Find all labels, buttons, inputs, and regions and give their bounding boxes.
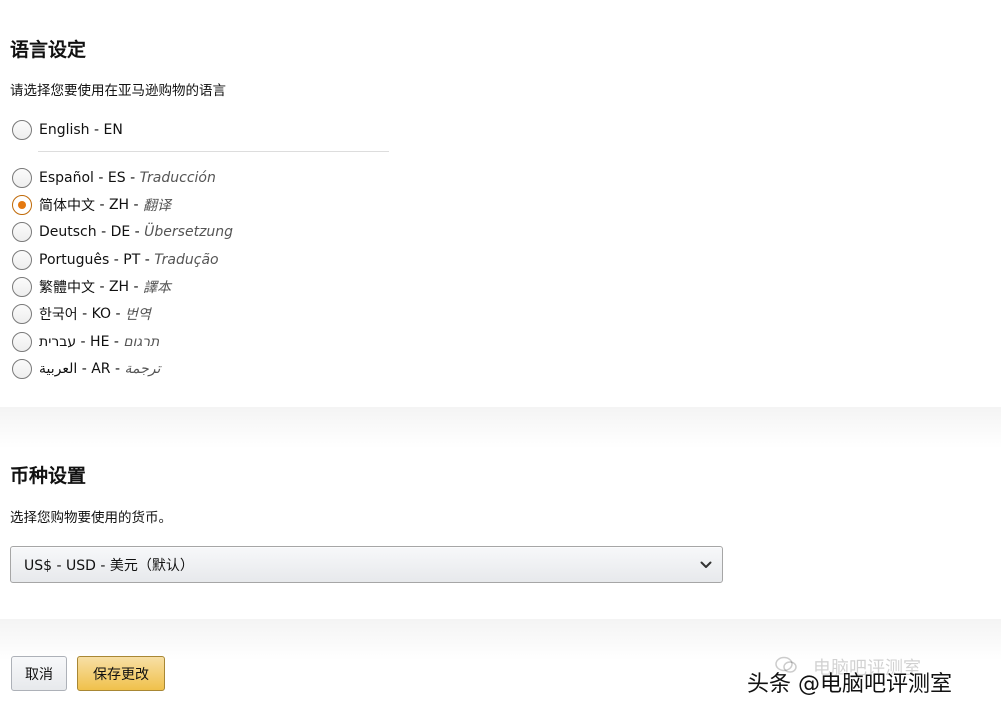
language-code: EN <box>103 122 123 138</box>
language-code: AR <box>91 361 111 377</box>
language-option-en[interactable]: English - EN <box>12 118 123 142</box>
language-section-title: 语言设定 <box>10 39 87 61</box>
language-option-es[interactable]: Español - ES - Traducción <box>12 166 216 190</box>
currency-description: 选择您购物要使用的货币。 <box>10 510 172 526</box>
language-name: 简体中文 <box>39 198 95 214</box>
currency-select[interactable]: US$ - USD - 美元（默认） <box>10 546 723 583</box>
radio-button[interactable] <box>12 222 32 242</box>
radio-button[interactable] <box>12 120 32 140</box>
language-name: 繁體中文 <box>39 280 95 296</box>
language-code: PT <box>123 252 141 268</box>
language-name: English <box>39 122 90 138</box>
language-name: 한국어 <box>39 307 78 323</box>
language-code: KO <box>91 306 112 322</box>
radio-button[interactable] <box>12 332 32 352</box>
radio-button[interactable] <box>12 277 32 297</box>
language-name: Deutsch <box>39 224 97 240</box>
radio-button[interactable] <box>12 250 32 270</box>
language-translation: תרגום <box>123 334 160 350</box>
language-description: 请选择您要使用在亚马逊购物的语言 <box>10 83 226 99</box>
language-name: Português <box>39 252 110 268</box>
language-code: HE <box>90 334 110 350</box>
watermark: 头条 @电脑吧评测室 <box>747 672 952 697</box>
language-option-pt[interactable]: Português - PT - Tradução <box>12 248 219 272</box>
language-option-ar[interactable]: العربية - AR - ترجمة <box>12 357 160 381</box>
language-code: ZH <box>108 279 130 295</box>
language-name: עברית <box>39 334 77 350</box>
section-separator <box>0 407 1001 449</box>
language-translation: Tradução <box>154 252 219 268</box>
language-translation: 譯本 <box>143 280 172 296</box>
currency-selected-value: US$ - USD - 美元（默认） <box>24 557 194 574</box>
chevron-down-icon <box>700 559 712 571</box>
language-code: ZH <box>108 197 130 213</box>
radio-button[interactable] <box>12 359 32 379</box>
language-translation: 翻译 <box>143 198 172 214</box>
language-option-zh-hant[interactable]: 繁體中文 - ZH - 譯本 <box>12 275 171 299</box>
language-translation: 번역 <box>124 307 151 323</box>
language-name: العربية <box>39 361 78 377</box>
language-translation: ترجمة <box>124 361 161 377</box>
cancel-button[interactable]: 取消 <box>11 656 67 691</box>
language-option-zh-hans[interactable]: 简体中文 - ZH - 翻译 <box>12 193 171 217</box>
currency-section-title: 币种设置 <box>10 465 87 487</box>
settings-page: 语言设定 请选择您要使用在亚马逊购物的语言 English - EN Españ… <box>0 0 1001 715</box>
language-translation: Traducción <box>139 170 216 186</box>
divider <box>38 151 389 152</box>
radio-button-selected[interactable] <box>12 195 32 215</box>
radio-button[interactable] <box>12 304 32 324</box>
language-name: Español <box>39 170 94 186</box>
language-option-ko[interactable]: 한국어 - KO - 번역 <box>12 302 151 326</box>
language-option-de[interactable]: Deutsch - DE - Übersetzung <box>12 220 233 244</box>
language-option-he[interactable]: עברית - HE - תרגום <box>12 330 159 354</box>
language-translation: Übersetzung <box>144 224 234 240</box>
language-code: ES <box>107 170 126 186</box>
save-changes-button[interactable]: 保存更改 <box>77 656 165 691</box>
language-code: DE <box>110 224 131 240</box>
radio-button[interactable] <box>12 168 32 188</box>
